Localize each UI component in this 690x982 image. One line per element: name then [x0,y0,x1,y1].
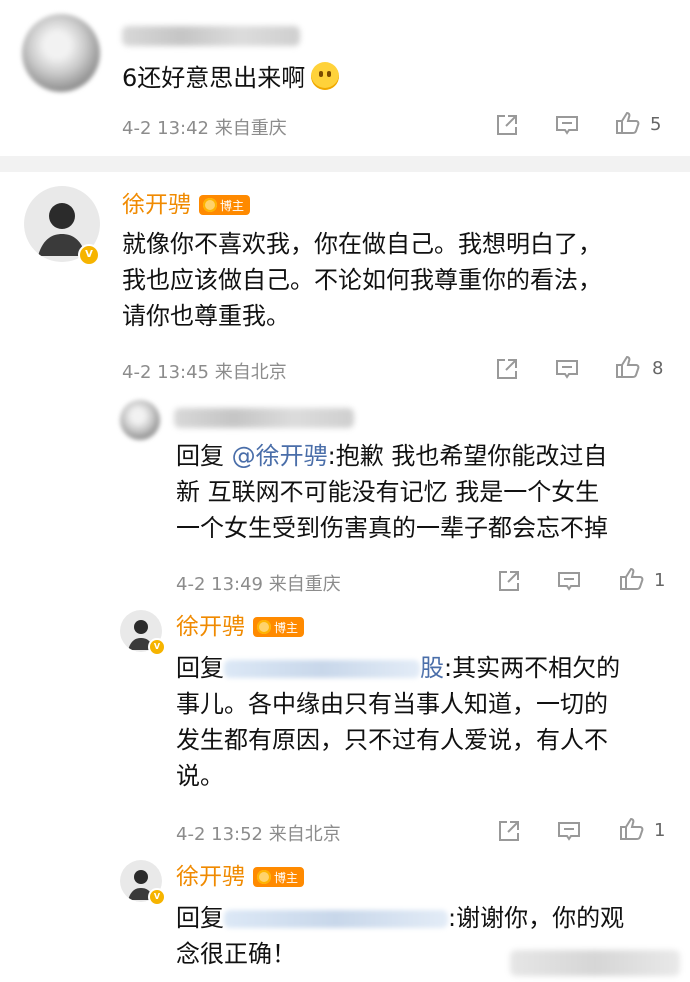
reply-header: 徐开骋 博主 [176,862,305,892]
author-name[interactable]: 徐开骋 [122,190,191,220]
comment-line: 就像你不喜欢我，你在做自己。我想明白了， [122,230,602,258]
reply-prefix: 回复 [176,654,224,682]
like-icon[interactable] [618,816,644,842]
reply-line: 说。 [176,762,224,790]
like-icon[interactable] [614,354,640,380]
share-icon[interactable] [496,568,522,594]
verified-badge-icon: V [148,888,166,906]
share-icon[interactable] [494,356,520,382]
username-blurred[interactable] [174,408,354,428]
crown-icon [203,198,217,212]
reply-line: :抱歉 我也希望你能改过自 [327,442,608,470]
author-name[interactable]: 徐开骋 [176,612,245,642]
username-blurred[interactable] [122,26,300,46]
smile-emoji-icon [311,62,340,90]
comment-text: 就像你不喜欢我，你在做自己。我想明白了， 我也应该做自己。不论如何我尊重你的看法… [122,226,602,334]
mention-link[interactable]: @徐开骋 [232,442,328,470]
crown-icon [257,620,271,634]
blogger-tag-label: 博主 [274,870,299,885]
blogger-tag: 博主 [253,617,305,637]
like-count: 1 [654,820,666,841]
reply-line: :其实两不相欠的 [444,654,621,682]
comment-icon[interactable] [554,356,580,382]
mention-blurred[interactable] [224,910,448,928]
comment-text: 6还好意思出来啊 [122,60,340,96]
watermark-blurred [510,950,680,976]
comment-meta: 4-2 13:42 来自重庆 [122,118,287,139]
blogger-tag-label: 博主 [220,198,245,213]
reply-meta: 4-2 13:49 来自重庆 [176,574,341,595]
crown-icon [257,870,271,884]
reply-prefix: 回复 [176,904,224,932]
mention-blurred[interactable] [224,660,420,678]
verified-badge-icon: V [148,638,166,656]
comment-line: 我也应该做自己。不论如何我尊重你的看法， [122,266,602,294]
section-divider [0,156,690,172]
verified-badge-icon: V [78,244,100,266]
share-icon[interactable] [494,112,520,138]
like-count: 1 [654,570,666,591]
comment-meta: 4-2 13:45 来自北京 [122,362,287,383]
share-icon[interactable] [496,818,522,844]
blogger-tag-label: 博主 [274,620,299,635]
blogger-tag: 博主 [253,867,305,887]
like-icon[interactable] [614,110,640,136]
reply-meta: 4-2 13:52 来自北京 [176,824,341,845]
like-count: 8 [652,358,664,379]
comment-header: 徐开骋 博主 [122,190,251,220]
comment-text-content: 6还好意思出来啊 [122,64,306,92]
like-icon[interactable] [618,566,644,592]
like-count: 5 [650,114,662,135]
comment-line: 请你也尊重我。 [122,302,290,330]
reply-line: 一个女生受到伤害真的一辈子都会忘不掉 [176,514,608,542]
blogger-tag: 博主 [199,195,251,215]
reply-line: 发生都有原因，只不过有人爱说，有人不 [176,726,608,754]
reply-header: 徐开骋 博主 [176,612,305,642]
comment-icon[interactable] [556,818,582,844]
reply-line: 新 互联网不可能没有记忆 我是一个女生 [176,478,600,506]
reply-line: 事儿。各中缘由只有当事人知道，一切的 [176,690,608,718]
comment-icon[interactable] [556,568,582,594]
author-name[interactable]: 徐开骋 [176,862,245,892]
reply-line: :谢谢你，你的观 [448,904,625,932]
comment-icon[interactable] [554,112,580,138]
reply-text: 回复 股:其实两不相欠的 事儿。各中缘由只有当事人知道，一切的 发生都有原因，只不… [176,650,620,794]
reply-text: 回复 @徐开骋:抱歉 我也希望你能改过自 新 互联网不可能没有记忆 我是一个女生… [176,438,608,546]
avatar[interactable] [22,14,100,92]
reply-prefix: 回复 [176,442,224,470]
avatar[interactable] [120,400,160,440]
mention-tail[interactable]: 股 [420,654,444,682]
